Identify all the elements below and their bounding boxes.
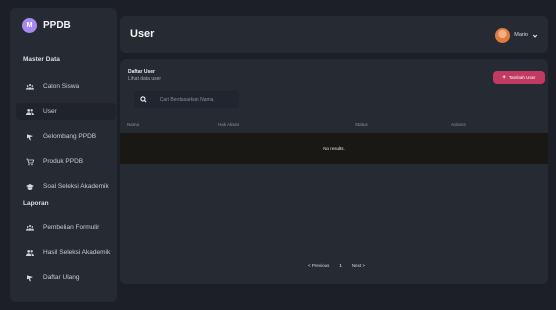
search-box[interactable] — [134, 91, 239, 108]
sidebar-item-daftar-ulang[interactable]: Daftar Ulang — [16, 269, 116, 286]
sidebar-item-label: Daftar Ulang — [43, 274, 80, 281]
section-title-laporan: Laporan — [23, 200, 49, 207]
flag-icon — [24, 133, 36, 141]
topbar: User Mario — [120, 16, 548, 53]
list-title: Daftar User — [128, 69, 155, 75]
sidebar-item-produk-ppdb[interactable]: Produk PPDB — [16, 153, 116, 170]
cart-icon — [24, 158, 36, 166]
sidebar-item-gelombang-ppdb[interactable]: Gelombang PPDB — [16, 128, 116, 145]
section-title-master-data: Master Data — [23, 56, 60, 63]
brand[interactable]: M PPDB — [22, 18, 71, 33]
sidebar-item-label: Pembelian Formulir — [43, 224, 100, 231]
brand-name: PPDB — [43, 20, 71, 31]
previous-page-button[interactable]: < Previous — [308, 263, 329, 268]
sidebar-item-label: Gelombang PPDB — [43, 133, 97, 140]
pagination: < Previous 1 Next > — [308, 263, 365, 268]
chevron-down-icon — [532, 26, 538, 44]
brand-logo: M — [22, 18, 37, 33]
users-icon — [24, 83, 36, 91]
table-header: Nama Hak Akses Status Actions — [120, 119, 548, 131]
list-subtitle: Lihat data user — [128, 76, 162, 82]
page-title: User — [130, 28, 155, 40]
column-header-status[interactable]: Status — [355, 122, 368, 127]
sidebar-item-label: Calon Siswa — [43, 83, 80, 90]
next-page-button[interactable]: Next > — [352, 263, 365, 268]
sidebar-item-user[interactable]: User — [16, 103, 116, 120]
sidebar-item-label: Soal Seleksi Akademik — [43, 183, 109, 190]
graduation-cap-icon — [24, 183, 36, 191]
search-input[interactable] — [159, 96, 239, 103]
user-list-panel: Daftar User Lihat data user + Tambah Use… — [120, 59, 548, 284]
table-empty-row: No results. — [120, 133, 548, 164]
user-name: Mario — [514, 32, 528, 38]
sidebar-item-calon-siswa[interactable]: Calon Siswa — [16, 78, 116, 95]
user-menu[interactable]: Mario — [495, 26, 538, 44]
sidebar-item-soal-seleksi-akademik[interactable]: Soal Seleksi Akademik — [16, 178, 116, 195]
empty-message: No results. — [323, 146, 345, 151]
flag-icon — [24, 274, 36, 282]
sidebar-item-label: Produk PPDB — [43, 158, 84, 165]
sidebar-item-hasil-seleksi-akademik[interactable]: Hasil Seleksi Akademik — [16, 244, 116, 261]
add-user-button-label: Tambah User — [508, 75, 536, 80]
column-header-actions: Actions — [451, 122, 466, 127]
column-header-nama[interactable]: Nama — [127, 122, 139, 127]
sidebar: M PPDB Master Data Calon Siswa User Gelo… — [10, 8, 117, 302]
add-user-button[interactable]: + Tambah User — [493, 71, 545, 84]
search-icon — [134, 96, 154, 103]
sidebar-item-label: Hasil Seleksi Akademik — [43, 249, 111, 256]
avatar — [495, 27, 511, 43]
current-page-number[interactable]: 1 — [339, 263, 342, 268]
column-header-hak-akses[interactable]: Hak Akses — [218, 122, 239, 127]
sidebar-item-pembelian-formulir[interactable]: Pembelian Formulir — [16, 219, 116, 236]
user-group-icon — [24, 249, 36, 257]
users-icon — [24, 224, 36, 232]
plus-icon: + — [502, 74, 506, 81]
user-group-icon — [24, 108, 36, 116]
sidebar-item-label: User — [43, 108, 57, 115]
